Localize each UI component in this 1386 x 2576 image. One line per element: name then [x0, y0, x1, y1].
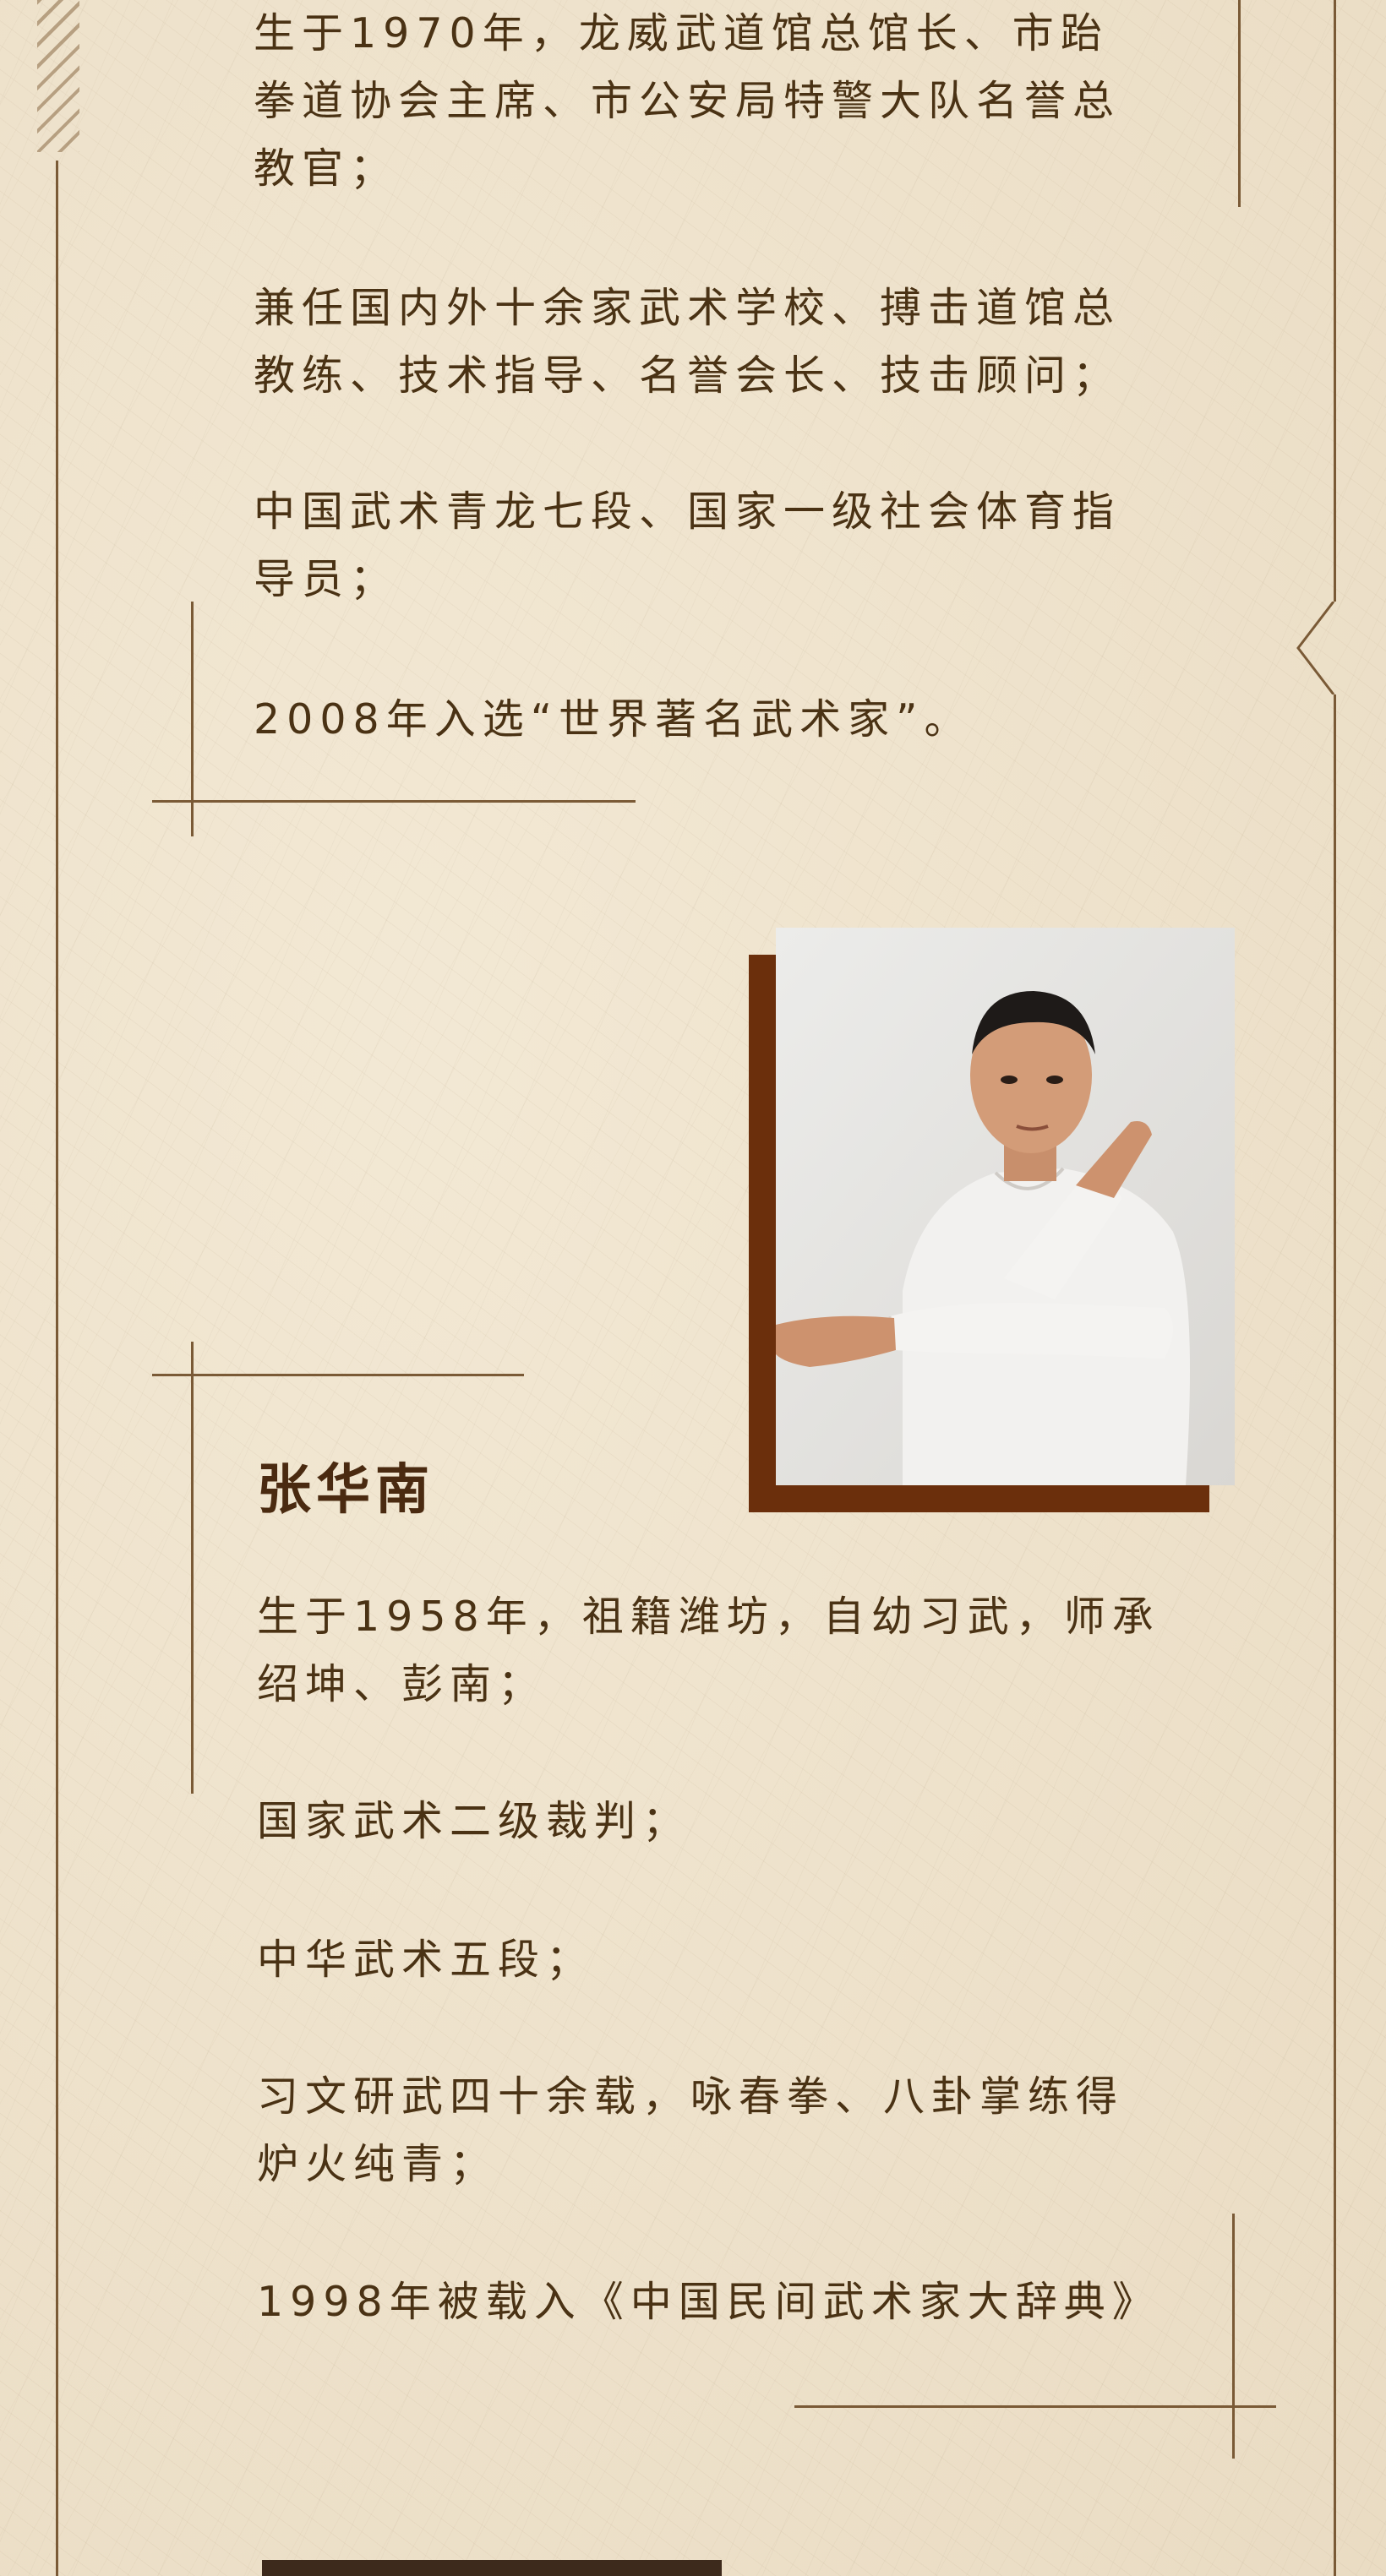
- corner-line-top-right-vertical: [1238, 0, 1241, 207]
- portrait-photo: [776, 928, 1235, 1485]
- bracket-2-vertical: [191, 1342, 194, 1794]
- profile2-paragraph-4: 习文研武四十余载，咏春拳、八卦掌练得 炉火纯青；: [257, 2072, 1125, 2188]
- profile2-paragraph-5: 1998年被载入《中国民间武术家大辞典》: [257, 2278, 1160, 2326]
- profile2-name: 张华南: [257, 1459, 434, 1522]
- bracket-2-horizontal: [152, 1374, 524, 1376]
- bracket-3-vertical: [1232, 2214, 1235, 2459]
- profile1-paragraph-3: 中国武术青龙七段、国家一级社会体育指 导员；: [254, 487, 1121, 603]
- profile2-paragraph-2: 国家武术二级裁判；: [257, 1797, 691, 1845]
- profile1-paragraph-4: 2008年入选“世界著名武术家”。: [254, 695, 973, 743]
- profile2-paragraph-3: 中华武术五段；: [257, 1936, 595, 1984]
- bracket-1-horizontal: [152, 800, 636, 803]
- profile1-paragraph-1: 生于1970年，龙威武道馆总馆长、市跆 拳道协会主席、市公安局特警大队名誉总 教…: [254, 9, 1121, 193]
- next-photo-edge: [262, 2560, 722, 2576]
- profile1-paragraph-2: 兼任国内外十余家武术学校、搏击道馆总 教练、技术指导、名誉会长、技击顾问；: [254, 284, 1121, 400]
- chevron-left-icon: [1296, 602, 1335, 694]
- profile2-paragraph-1: 生于1958年，祖籍潍坊，自幼习武，师承 绍坤、彭南；: [257, 1593, 1160, 1708]
- right-border-line: [1334, 0, 1336, 602]
- bracket-3-horizontal: [794, 2405, 1276, 2408]
- right-border-line-lower: [1334, 694, 1336, 2576]
- corner-stripes-decoration: [37, 0, 79, 152]
- left-border-line: [56, 161, 58, 2576]
